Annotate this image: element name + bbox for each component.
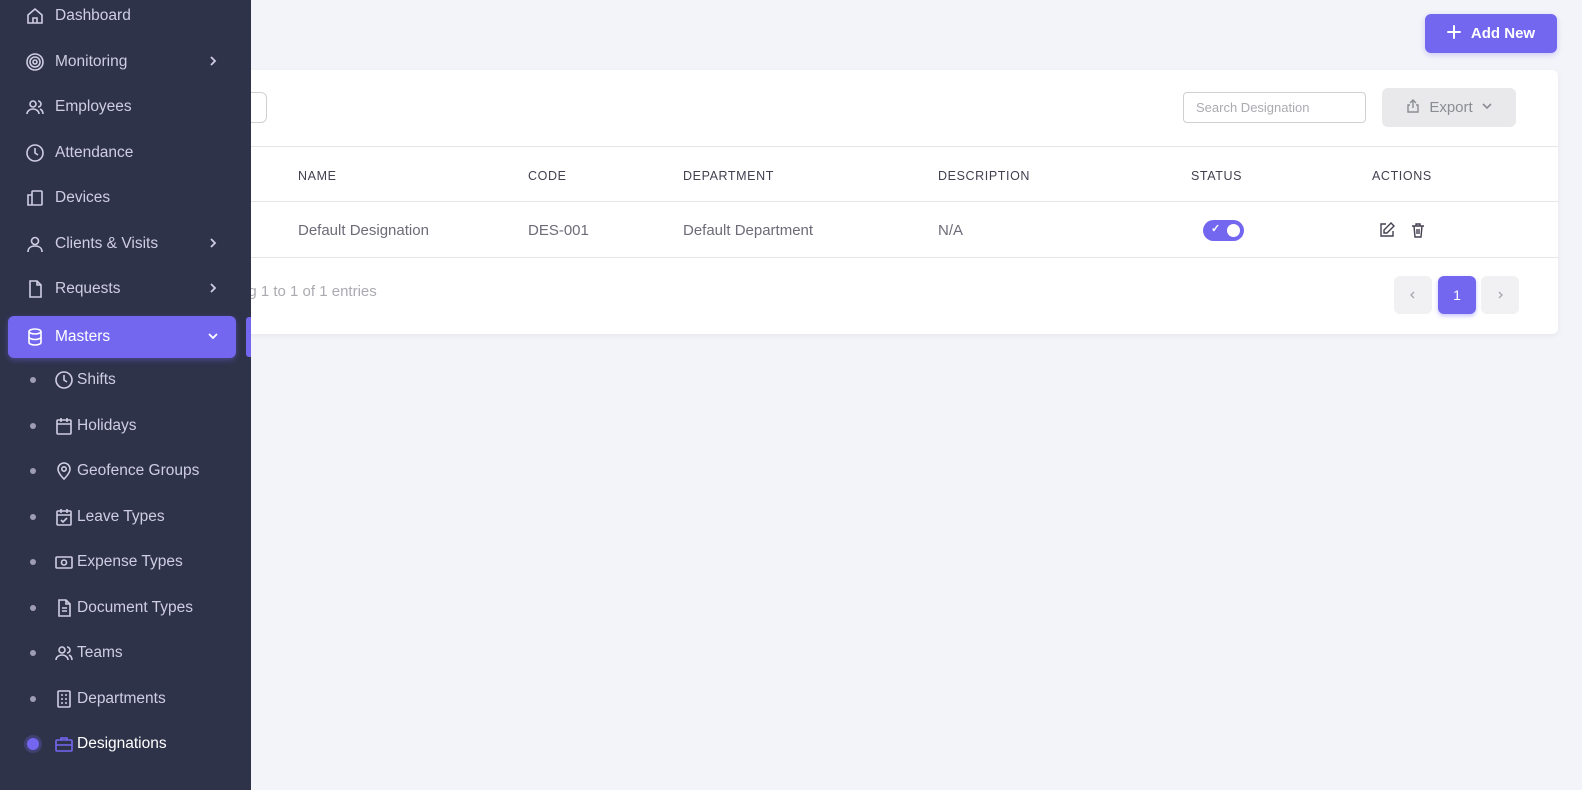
- sidebar-item-dashboard[interactable]: Dashboard: [8, 0, 236, 37]
- sidebar-subitem-label: Expense Types: [77, 553, 183, 570]
- sidebar-subitem-designations[interactable]: Designations: [24, 723, 236, 765]
- chevron-right-icon: [210, 283, 217, 293]
- devices-icon: [24, 187, 46, 209]
- chevron-left-icon: [1410, 291, 1415, 299]
- sidebar-item-label: Requests: [55, 280, 121, 297]
- sidebar-item-label: Dashboard: [55, 7, 131, 24]
- sidebar-item-attendance[interactable]: Attendance: [8, 132, 236, 174]
- add-new-label: Add New: [1470, 25, 1536, 42]
- search-input[interactable]: [1183, 92, 1366, 123]
- bullet: [30, 650, 36, 656]
- target-icon: [24, 51, 46, 73]
- sidebar-item-label: Attendance: [55, 144, 134, 161]
- sidebar-subitem-document-types[interactable]: Document Types: [24, 587, 236, 629]
- sidebar-subitem-departments[interactable]: Departments: [24, 678, 236, 720]
- sidebar-item-clients-visits[interactable]: Clients & Visits: [8, 223, 236, 265]
- sidebar-subitem-label: Designations: [77, 735, 167, 752]
- sidebar-item-devices[interactable]: Devices: [8, 177, 236, 219]
- bullet: [30, 468, 36, 474]
- divider: [150, 146, 1558, 147]
- export-icon: [1405, 98, 1421, 118]
- designations-card: Export NAME CODE DEPARTMENT DESCRIPTION …: [150, 70, 1558, 334]
- users-icon: [24, 96, 46, 118]
- sidebar-subitem-expense-types[interactable]: Expense Types: [24, 541, 236, 583]
- column-header-description[interactable]: DESCRIPTION: [938, 169, 1030, 183]
- sidebar-item-label: Devices: [55, 189, 111, 206]
- map-pin-icon: [54, 460, 74, 482]
- sidebar-item-label: Monitoring: [55, 53, 128, 70]
- user-icon: [24, 233, 46, 255]
- clock-icon: [54, 369, 74, 391]
- sidebar-edge-indicator: [246, 317, 251, 357]
- sidebar-item-masters[interactable]: Masters: [8, 316, 236, 358]
- calendar-icon: [54, 415, 74, 437]
- column-header-department[interactable]: DEPARTMENT: [683, 169, 774, 183]
- sidebar-item-monitoring[interactable]: Monitoring: [8, 41, 236, 83]
- chevron-right-icon: [210, 56, 217, 66]
- cell-name: Default Designation: [298, 222, 429, 239]
- sidebar: Dashboard Monitoring Employees Attendanc…: [0, 0, 251, 790]
- plus-icon: [1446, 24, 1461, 43]
- column-header-code[interactable]: CODE: [528, 169, 567, 183]
- bullet: [30, 605, 36, 611]
- pagination-next[interactable]: [1481, 276, 1519, 314]
- bullet: [27, 738, 39, 750]
- column-header-name[interactable]: NAME: [298, 169, 337, 183]
- divider: [150, 257, 1558, 258]
- sidebar-subitem-teams[interactable]: Teams: [24, 632, 236, 674]
- column-header-actions: ACTIONS: [1372, 169, 1432, 183]
- briefcase-icon: [54, 733, 74, 755]
- sidebar-subitem-label: Document Types: [77, 599, 194, 616]
- delete-icon[interactable]: [1408, 220, 1428, 240]
- entries-info: ng 1 to 1 of 1 entries: [240, 283, 377, 300]
- cell-description: N/A: [938, 222, 964, 239]
- sidebar-item-requests[interactable]: Requests: [8, 268, 236, 310]
- sidebar-subitem-holidays[interactable]: Holidays: [24, 405, 236, 447]
- edit-icon[interactable]: [1377, 220, 1397, 240]
- column-header-status[interactable]: STATUS: [1191, 169, 1242, 183]
- chevron-down-icon: [208, 333, 218, 340]
- sidebar-subitem-shifts[interactable]: Shifts: [24, 359, 236, 401]
- bullet: [30, 377, 36, 383]
- add-new-button[interactable]: Add New: [1425, 14, 1557, 53]
- document-icon: [54, 597, 74, 619]
- export-button[interactable]: Export: [1382, 88, 1516, 127]
- sidebar-subitem-leave-types[interactable]: Leave Types: [24, 496, 236, 538]
- bullet: [30, 514, 36, 520]
- sidebar-item-label: Masters: [55, 328, 111, 345]
- cell-code: DES-001: [528, 222, 589, 239]
- sidebar-subitem-label: Shifts: [77, 371, 116, 388]
- home-icon: [24, 5, 46, 27]
- chevron-right-icon: [210, 238, 217, 248]
- users-icon: [54, 642, 74, 664]
- sidebar-subitem-label: Teams: [77, 644, 123, 661]
- calendar-check-icon: [54, 506, 74, 528]
- cash-icon: [54, 551, 74, 573]
- sidebar-subitem-label: Geofence Groups: [77, 462, 200, 479]
- sidebar-subitem-label: Holidays: [77, 417, 137, 434]
- building-icon: [54, 688, 74, 710]
- sidebar-item-employees[interactable]: Employees: [8, 86, 236, 128]
- check-icon: ✓: [1211, 223, 1221, 235]
- sidebar-subitem-geofence-groups[interactable]: Geofence Groups: [24, 450, 236, 492]
- pagination-prev[interactable]: [1394, 276, 1432, 314]
- database-icon: [24, 326, 46, 348]
- bullet: [30, 696, 36, 702]
- status-toggle[interactable]: ✓: [1203, 220, 1244, 241]
- divider: [150, 201, 1558, 202]
- bullet: [30, 559, 36, 565]
- sidebar-subitem-label: Departments: [77, 690, 166, 707]
- sidebar-item-label: Clients & Visits: [55, 235, 159, 252]
- pagination-page-1[interactable]: 1: [1438, 276, 1476, 314]
- chevron-right-icon: [1498, 291, 1503, 299]
- bullet: [30, 423, 36, 429]
- cell-department: Default Department: [683, 222, 814, 239]
- file-icon: [24, 278, 46, 300]
- toggle-knob: [1227, 224, 1240, 237]
- chevron-down-icon: [1481, 99, 1493, 116]
- export-label: Export: [1429, 99, 1473, 116]
- sidebar-item-label: Employees: [55, 98, 132, 115]
- sidebar-subitem-label: Leave Types: [77, 508, 165, 525]
- clock-icon: [24, 142, 46, 164]
